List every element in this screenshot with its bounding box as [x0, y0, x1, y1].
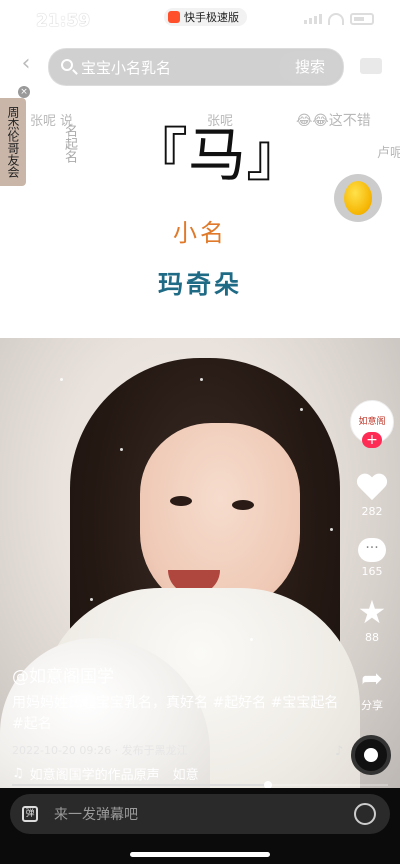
overlay-name: 玛奇朵: [157, 270, 242, 299]
kuaishou-logo-icon: [168, 11, 180, 23]
author-username[interactable]: @如意阁国学: [12, 662, 342, 687]
status-time: 21:59: [36, 11, 91, 31]
share-button[interactable]: ➦ 分享: [350, 664, 394, 713]
music-title: 如意阁国学的作品原声 如意: [29, 768, 199, 783]
search-button[interactable]: 搜索: [279, 51, 341, 83]
follow-button[interactable]: +: [362, 432, 382, 448]
favorite-count: 88: [365, 631, 379, 644]
emoji-icon[interactable]: [354, 803, 376, 825]
favorite-button[interactable]: ★ 88: [350, 596, 394, 644]
comment-icon: [358, 538, 386, 562]
music-note-icon: ♪: [335, 744, 344, 759]
heart-icon: [357, 474, 387, 502]
like-button[interactable]: 282: [350, 474, 394, 518]
music-disc-icon[interactable]: [351, 735, 391, 775]
danmaku-item: 卢呢: [377, 146, 400, 161]
photo-eye-left: [170, 496, 192, 506]
share-label: 分享: [361, 699, 383, 712]
music-info[interactable]: ♫ 如意阁国学的作品原声 如意: [12, 764, 342, 783]
photo-eye-right: [232, 500, 254, 510]
video-screen[interactable]: 21:59 快手极速版 ‹ 宝宝小名乳名 搜索 张呢 说 张呢 😂😂这不错 卢呢…: [0, 0, 400, 864]
screen-mode-icon[interactable]: [360, 58, 382, 74]
battery-icon: [350, 13, 374, 25]
search-query[interactable]: 宝宝小名乳名: [81, 57, 171, 78]
fan-group-tag[interactable]: 周杰伦哥友会: [0, 98, 26, 186]
back-icon[interactable]: ‹: [14, 52, 38, 76]
progress-fill: [12, 784, 268, 786]
caption-text[interactable]: 用妈妈姓氏起宝宝乳名，真好名 #起好名 #宝宝起名 #起名: [12, 693, 342, 735]
danmaku-item: 😂😂这不错: [296, 113, 371, 129]
danmu-input[interactable]: 弹 来一发弹幕吧: [10, 794, 390, 834]
overlay-subtitle: 小名: [173, 219, 227, 247]
video-progress-bar[interactable]: [12, 781, 388, 789]
app-badge-label: 快手极速版: [184, 11, 239, 24]
gold-egg-reward-icon[interactable]: [334, 174, 382, 222]
comment-button[interactable]: 165: [350, 538, 394, 578]
danmu-placeholder[interactable]: 来一发弹幕吧: [54, 804, 138, 824]
comment-count: 165: [361, 565, 383, 578]
home-indicator: [130, 852, 270, 857]
app-badge: 快手极速版: [164, 8, 247, 26]
share-icon: ➦: [361, 664, 383, 694]
status-icons: [304, 13, 374, 25]
danmaku-item: 张呢: [30, 114, 57, 129]
overlay-vertical-text: 名起名: [62, 124, 77, 163]
danmu-toggle-icon[interactable]: 弹: [22, 806, 38, 822]
publish-meta: 2022-10-20 09:26 · 发布于黑龙江: [12, 744, 188, 757]
wifi-icon: [328, 13, 344, 25]
overlay-surname-title: 『马』: [130, 121, 305, 189]
photo-face: [140, 423, 300, 613]
close-icon[interactable]: ×: [18, 86, 30, 98]
video-caption: @如意阁国学 用妈妈姓氏起宝宝乳名，真好名 #起好名 #宝宝起名 #起名 202…: [12, 662, 342, 783]
signal-icon: [304, 14, 322, 24]
music-note-icon: ♫: [12, 766, 24, 781]
star-icon: ★: [357, 593, 387, 631]
search-icon: [61, 59, 73, 71]
search-bar[interactable]: 宝宝小名乳名 搜索: [48, 48, 344, 86]
status-bar: 21:59 快手极速版: [0, 0, 400, 36]
like-count: 282: [361, 505, 383, 518]
